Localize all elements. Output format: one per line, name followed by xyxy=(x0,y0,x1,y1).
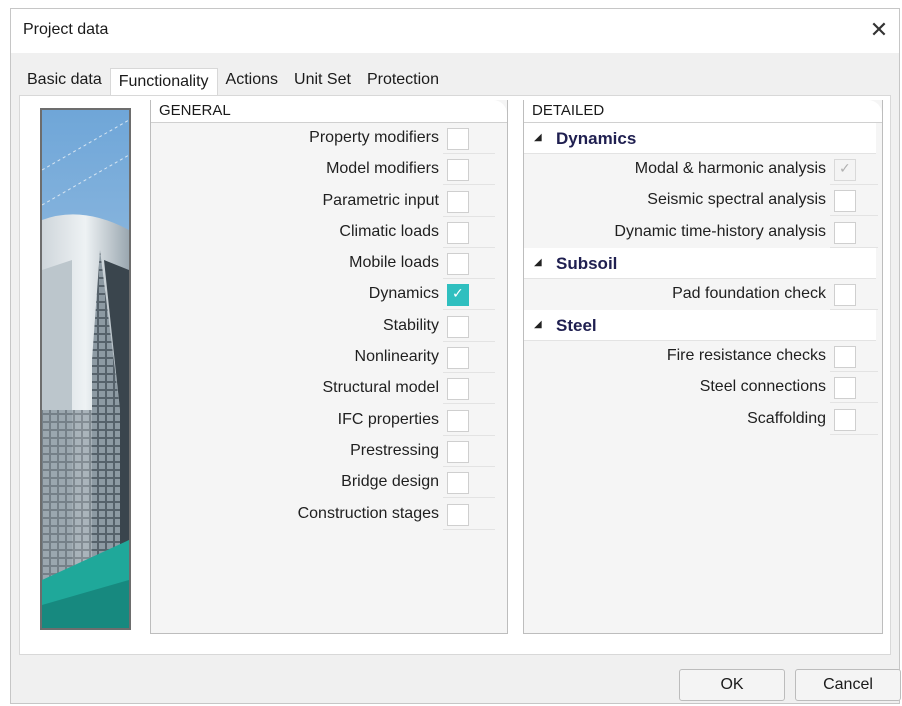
ok-button[interactable]: OK xyxy=(679,669,785,701)
option-label: Seismic spectral analysis xyxy=(647,191,826,209)
option-label: Dynamic time-history analysis xyxy=(614,222,826,240)
general-row-construction-stages: Construction stages xyxy=(151,499,507,530)
general-row-mobile-loads: Mobile loads xyxy=(151,248,507,280)
time-history-checkbox[interactable] xyxy=(834,221,856,244)
prestressing-checkbox[interactable] xyxy=(447,440,469,463)
seismic-spectral-checkbox[interactable] xyxy=(834,190,856,213)
detailed-header: DETAILED xyxy=(524,100,882,123)
general-row-nonlinearity: Nonlinearity xyxy=(151,342,507,374)
building-illustration xyxy=(40,108,131,630)
tab-strip: Basic data Functionality Actions Unit Se… xyxy=(19,67,447,96)
option-label: Pad foundation check xyxy=(672,284,826,302)
general-row-dynamics: Dynamics xyxy=(151,279,507,311)
general-row-climatic-loads: Climatic loads xyxy=(151,217,507,248)
ifc-properties-checkbox[interactable] xyxy=(447,409,469,432)
dialog-title: Project data xyxy=(23,21,109,38)
general-header: GENERAL xyxy=(151,100,507,123)
group-subsoil[interactable]: ◢ Subsoil xyxy=(524,247,876,279)
cancel-button[interactable]: Cancel xyxy=(795,669,901,701)
option-label: Nonlinearity xyxy=(354,348,439,366)
parametric-input-checkbox[interactable] xyxy=(447,190,469,213)
bridge-design-checkbox[interactable] xyxy=(447,472,469,495)
collapse-triangle-icon[interactable]: ◢ xyxy=(534,132,542,143)
group-label: Steel xyxy=(556,316,597,336)
tab-actions[interactable]: Actions xyxy=(218,67,286,95)
option-label: Dynamics xyxy=(368,285,439,303)
option-label: Construction stages xyxy=(297,504,439,522)
construction-stages-checkbox[interactable] xyxy=(447,503,469,526)
option-label: Stability xyxy=(382,316,439,334)
property-modifiers-checkbox[interactable] xyxy=(447,128,469,150)
general-row-model-modifiers: Model modifiers xyxy=(151,154,507,186)
option-label: Mobile loads xyxy=(349,254,439,272)
group-steel[interactable]: ◢ Steel xyxy=(524,310,876,342)
tab-functionality[interactable]: Functionality xyxy=(109,68,218,96)
option-label: Structural model xyxy=(322,379,440,397)
detailed-row-pad-foundation: Pad foundation check xyxy=(524,279,882,310)
general-row-ifc-properties: IFC properties xyxy=(151,405,507,436)
option-label: Parametric input xyxy=(322,191,440,209)
detailed-row-seismic-spectral: Seismic spectral analysis xyxy=(524,185,882,217)
collapse-triangle-icon[interactable]: ◢ xyxy=(534,257,542,268)
tab-basic-data[interactable]: Basic data xyxy=(19,67,110,95)
general-row-property-modifiers: Property modifiers xyxy=(151,123,507,154)
scaffolding-checkbox[interactable] xyxy=(834,408,856,431)
option-label: Bridge design xyxy=(341,473,439,491)
group-label: Subsoil xyxy=(556,253,618,273)
climatic-loads-checkbox[interactable] xyxy=(447,221,469,244)
option-label: Climatic loads xyxy=(339,222,439,240)
option-label: Steel connections xyxy=(699,378,826,396)
detailed-row-fire-resistance: Fire resistance checks xyxy=(524,341,882,373)
detailed-row-modal-harmonic: Modal & harmonic analysis xyxy=(524,154,882,185)
title-bar: Project data ✕ xyxy=(11,9,899,53)
stability-checkbox[interactable] xyxy=(447,315,469,338)
option-label: Model modifiers xyxy=(326,160,439,178)
option-label: Prestressing xyxy=(350,441,439,459)
option-label: Property modifiers xyxy=(309,129,439,146)
general-row-prestressing: Prestressing xyxy=(151,436,507,467)
mobile-loads-checkbox[interactable] xyxy=(447,253,469,276)
project-data-dialog: Project data ✕ Basic data Functionality … xyxy=(10,8,901,704)
option-label: Scaffolding xyxy=(747,409,826,427)
general-panel: GENERAL Property modifiers Model modifie… xyxy=(150,100,508,634)
model-modifiers-checkbox[interactable] xyxy=(447,159,469,182)
group-label: Dynamics xyxy=(556,129,637,148)
steel-connections-checkbox[interactable] xyxy=(834,377,856,400)
option-label: IFC properties xyxy=(337,410,439,428)
detailed-row-steel-connections: Steel connections xyxy=(524,372,882,404)
dynamics-checkbox[interactable] xyxy=(447,284,469,307)
option-label: Fire resistance checks xyxy=(666,347,826,365)
pad-foundation-checkbox[interactable] xyxy=(834,283,856,306)
general-row-parametric-input: Parametric input xyxy=(151,186,507,217)
general-row-bridge-design: Bridge design xyxy=(151,467,507,499)
option-label: Modal & harmonic analysis xyxy=(634,160,826,177)
general-row-structural-model: Structural model xyxy=(151,373,507,405)
collapse-triangle-icon[interactable]: ◢ xyxy=(534,319,542,330)
detailed-row-time-history: Dynamic time-history analysis xyxy=(524,217,882,248)
fire-resistance-checkbox[interactable] xyxy=(834,346,856,369)
structural-model-checkbox[interactable] xyxy=(447,378,469,401)
modal-harmonic-checkbox xyxy=(834,159,856,181)
detailed-row-scaffolding: Scaffolding xyxy=(524,404,882,435)
group-dynamics[interactable]: ◢ Dynamics xyxy=(524,123,876,154)
close-icon[interactable]: ✕ xyxy=(865,17,893,45)
detailed-panel: DETAILED ◢ Dynamics Modal & harmonic ana… xyxy=(523,100,883,634)
nonlinearity-checkbox[interactable] xyxy=(447,347,469,370)
tab-unit-set[interactable]: Unit Set xyxy=(286,67,359,95)
functionality-tab-content: GENERAL Property modifiers Model modifie… xyxy=(19,95,891,655)
tab-protection[interactable]: Protection xyxy=(359,67,447,95)
general-row-stability: Stability xyxy=(151,311,507,342)
building-image xyxy=(42,110,129,628)
